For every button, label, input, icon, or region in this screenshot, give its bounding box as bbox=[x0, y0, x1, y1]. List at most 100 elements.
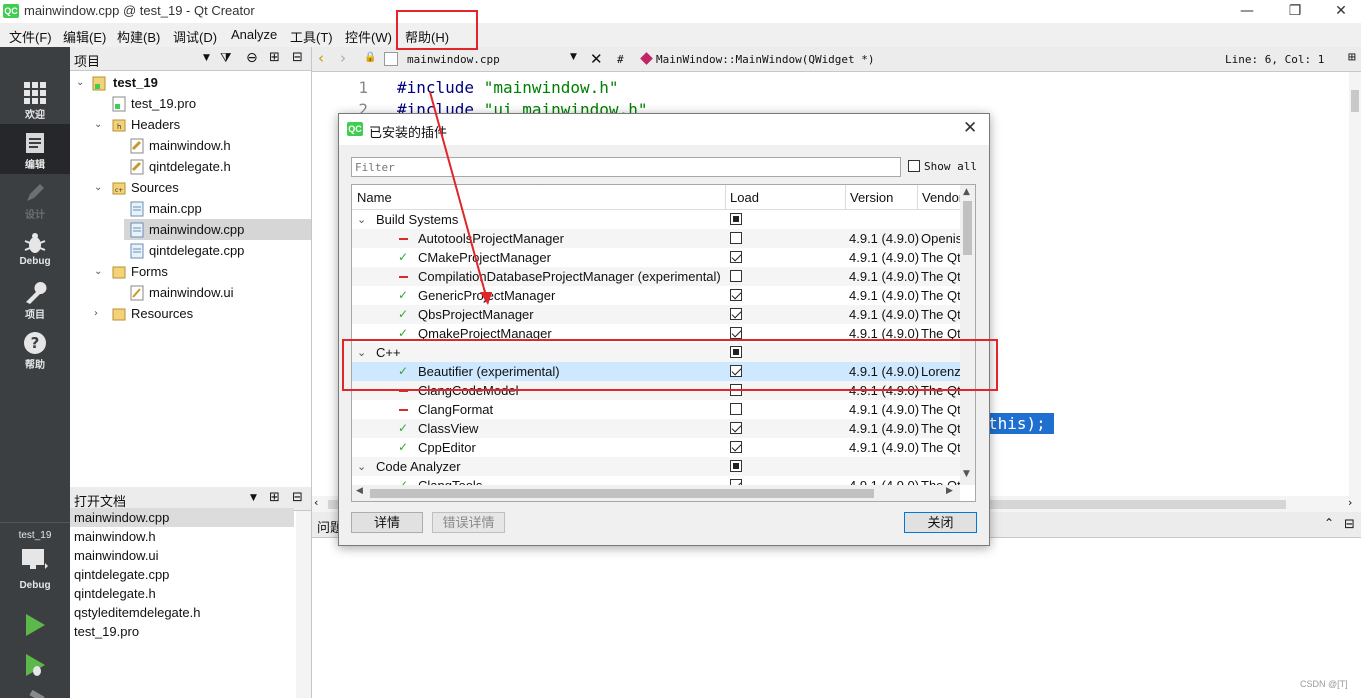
link-icon[interactable]: ⊖ bbox=[246, 49, 258, 66]
scroll-down-icon[interactable]: ▼ bbox=[963, 469, 970, 479]
debug-run-button[interactable] bbox=[22, 652, 48, 678]
tree-item-file[interactable]: qintdelegate.cpp bbox=[70, 240, 311, 261]
chevron-down-icon[interactable]: ⌄ bbox=[94, 177, 102, 198]
filter-icon[interactable]: ⧩ bbox=[220, 50, 232, 66]
close-button[interactable]: 关闭 bbox=[904, 512, 977, 533]
load-checkbox[interactable] bbox=[730, 289, 742, 301]
scroll-thumb[interactable] bbox=[1351, 90, 1359, 112]
mode-debug[interactable]: Debug bbox=[0, 224, 70, 274]
plugin-group-row[interactable]: ⌄ Code Analyzer bbox=[352, 457, 960, 476]
load-checkbox[interactable] bbox=[730, 213, 742, 225]
chevron-right-icon[interactable]: › bbox=[94, 303, 98, 324]
chevron-down-icon[interactable]: ▼ bbox=[250, 493, 257, 503]
menu-file[interactable]: 文件(F) bbox=[9, 27, 52, 46]
details-button[interactable]: 详情 bbox=[351, 512, 423, 533]
chevron-down-icon[interactable]: ▼ bbox=[570, 52, 577, 62]
scroll-thumb[interactable] bbox=[963, 201, 972, 255]
open-document-item[interactable]: mainwindow.cpp bbox=[70, 508, 294, 527]
kit-selector[interactable] bbox=[20, 547, 48, 569]
column-header-version[interactable]: Version bbox=[850, 190, 893, 205]
mode-design[interactable]: 设计 bbox=[0, 174, 70, 224]
open-document-item[interactable]: qintdelegate.h bbox=[70, 584, 294, 603]
scroll-left-icon[interactable]: ‹ bbox=[314, 496, 318, 509]
scroll-left-icon[interactable]: ◀ bbox=[356, 486, 363, 496]
mode-welcome[interactable]: 欢迎 bbox=[0, 74, 70, 124]
menu-controls[interactable]: 控件(W) bbox=[345, 27, 392, 46]
plugins-horizontal-scrollbar[interactable]: ◀ ▶ bbox=[352, 485, 960, 501]
run-button[interactable] bbox=[22, 612, 48, 638]
chevron-down-icon[interactable]: ⌄ bbox=[94, 261, 102, 282]
tree-item-project[interactable]: ⌄ test_19 bbox=[70, 72, 311, 93]
scroll-thumb[interactable] bbox=[370, 489, 874, 498]
plugin-row[interactable]: CompilationDatabaseProjectManager (exper… bbox=[352, 267, 960, 286]
tree-item-folder[interactable]: ⌄ Forms bbox=[70, 261, 311, 282]
open-document-item[interactable]: mainwindow.h bbox=[70, 527, 294, 546]
maximize-pane-icon[interactable]: ⌃ bbox=[1324, 516, 1334, 530]
plugin-row[interactable]: ✓ QbsProjectManager 4.9.1 (4.9.0) The Qt… bbox=[352, 305, 960, 324]
close-pane-icon[interactable]: ⊟ bbox=[292, 49, 303, 65]
load-checkbox[interactable] bbox=[730, 308, 742, 320]
plugin-row[interactable]: ✓ CMakeProjectManager 4.9.1 (4.9.0) The … bbox=[352, 248, 960, 267]
split-editor-icon[interactable]: ⊞ bbox=[1348, 50, 1356, 65]
plugin-row[interactable]: ✓ ClangTools 4.9.1 (4.9.0) The Qt Compan… bbox=[352, 476, 960, 485]
open-document-item[interactable]: mainwindow.ui bbox=[70, 546, 294, 565]
editor-file-selector[interactable]: mainwindow.cpp bbox=[407, 53, 500, 66]
documents-scrollbar[interactable] bbox=[296, 511, 311, 698]
tree-item-file-selected[interactable]: mainwindow.cpp bbox=[124, 219, 311, 240]
build-button[interactable] bbox=[26, 687, 48, 698]
plugin-row[interactable]: ✓ GenericProjectManager 4.9.1 (4.9.0) Th… bbox=[352, 286, 960, 305]
scroll-right-icon[interactable]: ▶ bbox=[946, 486, 953, 496]
tree-item-file[interactable]: mainwindow.ui bbox=[70, 282, 311, 303]
menu-debug[interactable]: 调试(D) bbox=[173, 27, 217, 46]
tree-item-file[interactable]: main.cpp bbox=[70, 198, 311, 219]
chevron-down-icon[interactable]: ⌄ bbox=[94, 114, 102, 135]
load-checkbox[interactable] bbox=[730, 441, 742, 453]
close-pane-icon[interactable]: ⊟ bbox=[1344, 516, 1355, 532]
load-checkbox[interactable] bbox=[730, 403, 742, 415]
chevron-down-icon[interactable]: ⌄ bbox=[357, 210, 366, 229]
plugin-row[interactable]: ✓ ClassView 4.9.1 (4.9.0) The Qt Company bbox=[352, 419, 960, 438]
menu-tools[interactable]: 工具(T) bbox=[290, 27, 333, 46]
back-icon[interactable]: ‹ bbox=[318, 49, 324, 67]
tree-item-folder[interactable]: ⌄ c+ Sources bbox=[70, 177, 311, 198]
column-header-vendor[interactable]: Vendor bbox=[922, 190, 960, 205]
error-details-button[interactable]: 错误详情 bbox=[432, 512, 505, 533]
symbol-selector[interactable]: MainWindow::MainWindow(QWidget *) bbox=[656, 53, 875, 66]
tree-item-file[interactable]: mainwindow.h bbox=[70, 135, 311, 156]
open-document-item[interactable]: test_19.pro bbox=[70, 622, 294, 641]
scroll-right-icon[interactable]: › bbox=[1348, 496, 1352, 509]
load-checkbox[interactable] bbox=[730, 422, 742, 434]
menu-edit[interactable]: 编辑(E) bbox=[63, 27, 106, 46]
open-document-item[interactable]: qintdelegate.cpp bbox=[70, 565, 294, 584]
mode-projects[interactable]: 项目 bbox=[0, 274, 70, 324]
restore-button[interactable]: ❐ bbox=[1272, 0, 1318, 23]
plugin-row[interactable]: AutotoolsProjectManager 4.9.1 (4.9.0) Op… bbox=[352, 229, 960, 248]
plugins-vertical-scrollbar[interactable]: ▲ ▼ bbox=[960, 185, 975, 485]
split-icon[interactable]: ⊞ bbox=[269, 49, 280, 65]
chevron-down-icon[interactable]: ⌄ bbox=[357, 457, 366, 476]
tree-item-file[interactable]: qintdelegate.h bbox=[70, 156, 311, 177]
load-checkbox[interactable] bbox=[730, 460, 742, 472]
mode-edit[interactable]: 编辑 bbox=[0, 124, 70, 174]
chevron-down-icon[interactable]: ⌄ bbox=[76, 72, 84, 93]
plugin-group-row[interactable]: ⌄ Build Systems bbox=[352, 210, 960, 229]
open-document-item[interactable]: qstyleditemdelegate.h bbox=[70, 603, 294, 622]
mode-help[interactable]: ? 帮助 bbox=[0, 324, 70, 374]
close-document-icon[interactable]: ✕ bbox=[590, 50, 603, 68]
load-checkbox[interactable] bbox=[730, 251, 742, 263]
minimize-button[interactable]: — bbox=[1224, 0, 1270, 23]
filter-input[interactable] bbox=[351, 157, 901, 177]
show-all-checkbox[interactable] bbox=[908, 160, 920, 172]
menu-analyze[interactable]: Analyze bbox=[231, 27, 277, 42]
close-pane-icon[interactable]: ⊟ bbox=[292, 489, 303, 505]
menu-build[interactable]: 构建(B) bbox=[117, 27, 160, 46]
editor-vertical-scrollbar[interactable] bbox=[1349, 72, 1361, 496]
load-checkbox[interactable] bbox=[730, 327, 742, 339]
chevron-down-icon[interactable]: ▼ bbox=[203, 53, 210, 63]
column-header-name[interactable]: Name bbox=[357, 190, 392, 205]
tree-item-folder[interactable]: › Resources bbox=[70, 303, 311, 324]
load-checkbox[interactable] bbox=[730, 232, 742, 244]
plugin-row[interactable]: ✓ CppEditor 4.9.1 (4.9.0) The Qt Company bbox=[352, 438, 960, 457]
column-header-load[interactable]: Load bbox=[730, 190, 759, 205]
split-icon[interactable]: ⊞ bbox=[269, 489, 280, 505]
